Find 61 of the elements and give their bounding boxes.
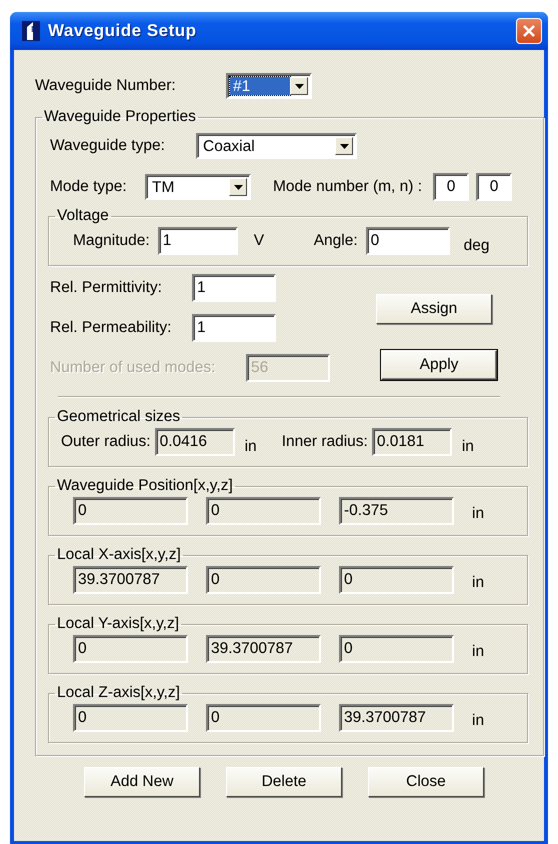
group-title: Voltage <box>56 207 110 225</box>
unit-label: in <box>472 712 484 730</box>
group-title: Waveguide Properties <box>43 108 197 126</box>
field-label: Waveguide type: <box>50 137 166 155</box>
unit-label: V <box>254 232 266 250</box>
unit-label: in <box>472 574 484 592</box>
input-field[interactable]: 0 <box>339 566 454 594</box>
field-label: Mode number (m, n) : <box>273 178 422 196</box>
input-field[interactable]: 0.0181 <box>372 428 452 456</box>
group-title: Local X-axis[x,y,z] <box>56 546 182 564</box>
unit-label: in <box>244 438 257 456</box>
field-label: Angle: <box>314 232 358 250</box>
group-title: Geometrical sizes <box>56 408 182 426</box>
field-label: Inner radius: <box>282 433 368 451</box>
input-field[interactable]: 1 <box>192 314 276 342</box>
input-field[interactable]: 0 <box>206 566 321 594</box>
field-label: Rel. Permittivity: <box>50 279 163 297</box>
close-button[interactable] <box>516 18 542 44</box>
field-label: Outer radius: <box>61 433 151 451</box>
group-title: Local Y-axis[x,y,z] <box>56 615 180 633</box>
input-field[interactable]: 0 <box>206 497 321 525</box>
input-field[interactable]: 1 <box>158 227 238 255</box>
group-title: Waveguide Position[x,y,z] <box>56 477 234 495</box>
push-button[interactable]: Add New <box>84 767 200 797</box>
input-field[interactable]: 0 <box>366 227 450 255</box>
dropdown[interactable]: TM <box>145 174 251 200</box>
field-label: Number of used modes: <box>50 359 216 377</box>
input-field[interactable]: 0.0416 <box>154 428 235 456</box>
unit-label: in <box>472 505 484 523</box>
dropdown-arrow-icon <box>294 84 304 88</box>
input-field[interactable]: 0 <box>339 635 454 663</box>
input-field[interactable]: 39.3700787 <box>206 635 321 663</box>
unit-label: in <box>462 438 474 456</box>
field-label: Mode type: <box>50 178 128 196</box>
input-field[interactable]: -0.375 <box>339 497 454 525</box>
push-button[interactable]: Assign <box>376 294 492 324</box>
group-title: Local Z-axis[x,y,z] <box>56 684 181 702</box>
input-field[interactable]: 0 <box>433 173 470 201</box>
dropdown-arrow-icon <box>340 144 348 148</box>
close-icon <box>522 24 536 38</box>
input-field[interactable]: 0 <box>73 704 188 732</box>
unit-label: in <box>472 643 484 661</box>
input-field[interactable]: 0 <box>73 635 188 663</box>
input-field[interactable]: 0 <box>206 704 321 732</box>
input-field[interactable]: 39.3700787 <box>339 704 454 732</box>
dropdown[interactable]: #1 <box>226 73 312 99</box>
dropdown[interactable]: Coaxial <box>196 133 357 159</box>
dropdown-arrow-icon <box>234 184 242 190</box>
input-field[interactable]: 1 <box>192 274 276 302</box>
input-field[interactable]: 0 <box>73 497 188 525</box>
field-label: Rel. Permeability: <box>50 319 172 337</box>
unit-label: deg <box>464 237 490 255</box>
input-field[interactable]: 0 <box>476 173 512 201</box>
app-icon <box>22 21 40 41</box>
window-title: Waveguide Setup <box>48 21 198 41</box>
push-button[interactable]: Delete <box>226 767 342 797</box>
field-label: Waveguide Number: <box>35 77 177 95</box>
input-field[interactable]: 39.3700787 <box>73 566 188 594</box>
push-button[interactable]: Apply <box>381 350 497 380</box>
field-label: Magnitude: <box>73 232 150 250</box>
push-button[interactable]: Close <box>368 767 484 797</box>
